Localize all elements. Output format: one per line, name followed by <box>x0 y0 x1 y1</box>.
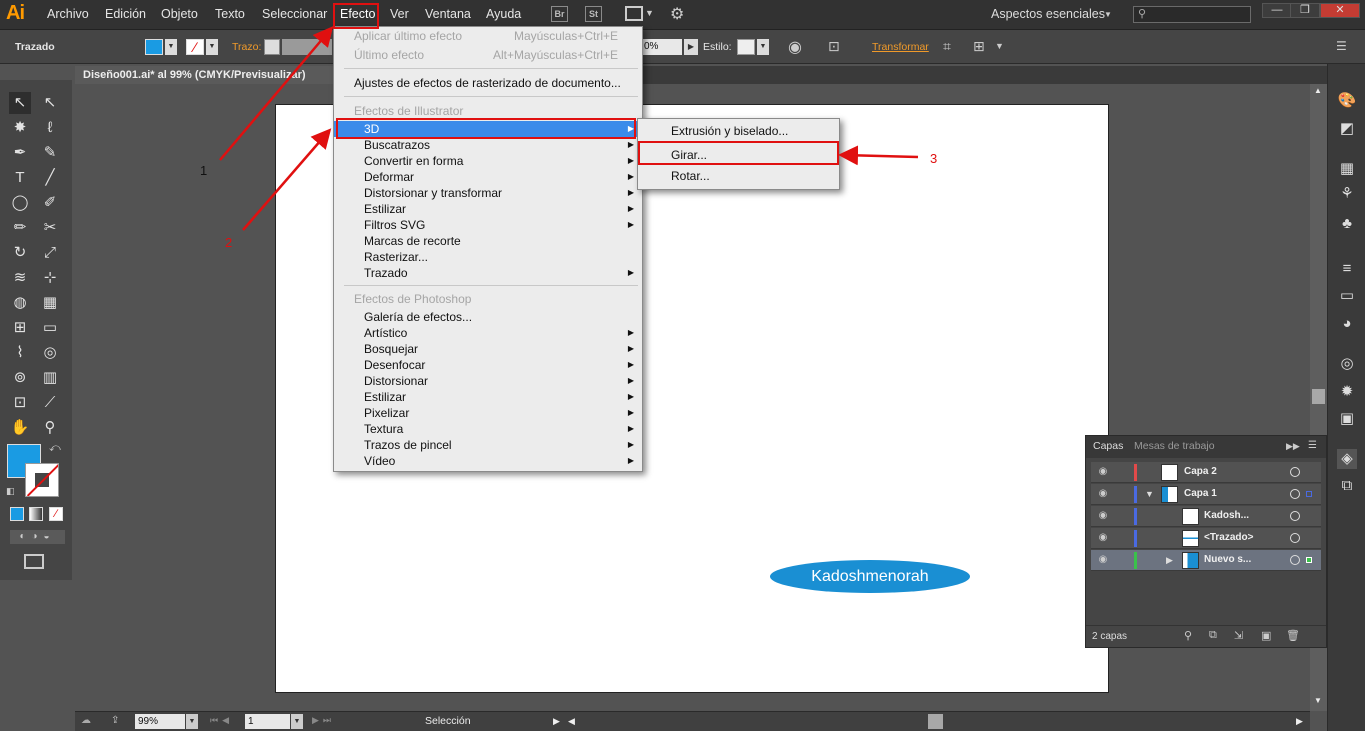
annotation-label-2: 2 <box>225 235 233 250</box>
annotation-arrow-2 <box>242 128 332 231</box>
annotation-arrows <box>219 26 919 231</box>
annotation-label-3: 3 <box>930 151 938 166</box>
annotation-label-1: 1 <box>200 163 208 178</box>
annotation-arrow-3 <box>838 145 919 166</box>
annotation-arrow-1 <box>219 26 334 161</box>
